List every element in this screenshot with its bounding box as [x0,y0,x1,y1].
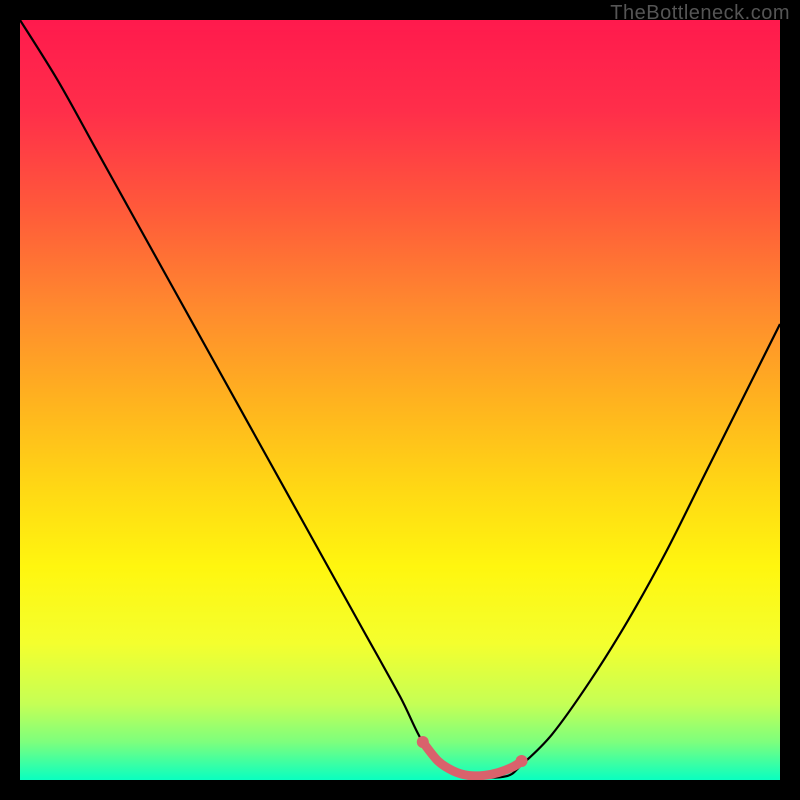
watermark-text: TheBottleneck.com [610,2,790,25]
highlight-endpoint [417,736,429,748]
highlight-endpoint [516,755,528,767]
bottleneck-curve-chart [20,20,780,780]
chart-frame: TheBottleneck.com [0,0,800,800]
chart-background [20,20,780,780]
